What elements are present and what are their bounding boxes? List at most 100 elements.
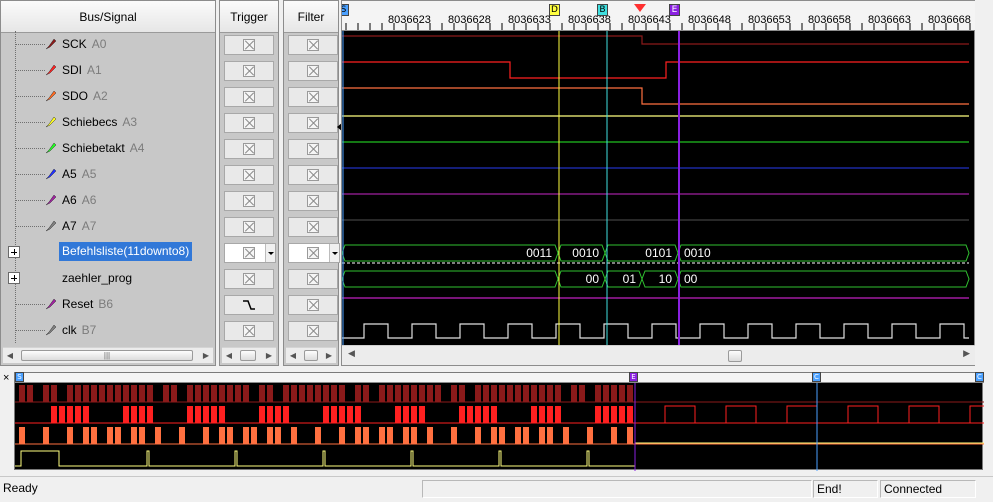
filter-cell-row: [284, 83, 338, 109]
marker-flag-d[interactable]: D: [549, 4, 560, 16]
signal-name[interactable]: SDO A2: [62, 89, 108, 103]
filter-cell[interactable]: [288, 321, 338, 341]
trigger-cell[interactable]: [224, 87, 274, 107]
overview-burst: [619, 385, 625, 402]
signal-name[interactable]: A7 A7: [62, 219, 96, 233]
filter-cell[interactable]: [288, 295, 338, 315]
scroll-thumb[interactable]: [728, 350, 742, 362]
overview-burst: [123, 385, 129, 402]
overview-burst: [491, 427, 497, 444]
signal-name[interactable]: Schiebecs A3: [62, 115, 137, 129]
signal-name[interactable]: Befehlsliste(11downto8): [59, 242, 193, 261]
filter-cell[interactable]: [288, 113, 338, 133]
trigger-cell[interactable]: [224, 269, 274, 289]
tree-branch-line: [15, 148, 45, 149]
trigger-cell[interactable]: [224, 113, 274, 133]
scroll-right-arrow[interactable]: ▶: [322, 348, 336, 363]
overview-close-icon[interactable]: ×: [3, 372, 9, 384]
filter-cell[interactable]: [288, 243, 340, 263]
signal-row[interactable]: Befehlsliste(11downto8): [1, 239, 215, 265]
trigger-hscrollbar[interactable]: ◀ ▶: [222, 347, 276, 363]
filter-cell[interactable]: [288, 139, 338, 159]
overview-burst: [315, 385, 321, 402]
filter-cell[interactable]: [288, 61, 338, 81]
trigger-cell[interactable]: [224, 35, 274, 55]
overview-burst: [339, 385, 345, 402]
signal-row[interactable]: SDO A2: [1, 83, 215, 109]
overview-marker-s[interactable]: S: [15, 372, 24, 382]
trigger-cell[interactable]: [224, 321, 274, 341]
signal-name[interactable]: Schiebetakt A4: [62, 141, 144, 155]
filter-hscrollbar[interactable]: ◀ ▶: [286, 347, 336, 363]
signal-row[interactable]: A7 A7: [1, 213, 215, 239]
scroll-right-arrow[interactable]: ▶: [963, 348, 970, 359]
overview-marker-e[interactable]: E: [629, 372, 638, 382]
trigger-cell[interactable]: [224, 61, 274, 81]
trigger-cell[interactable]: [224, 243, 276, 263]
waveform-panel[interactable]: 8036623 8036628 8036633 8036638 8036643 80366…: [341, 0, 976, 366]
trigger-cell[interactable]: [224, 191, 274, 211]
signal-row[interactable]: clk B7: [1, 317, 215, 343]
signal-name[interactable]: A5 A5: [62, 167, 96, 181]
signal-name[interactable]: A6 A6: [62, 193, 96, 207]
filter-cell[interactable]: [288, 165, 338, 185]
overview-marker-c[interactable]: C: [812, 372, 821, 382]
scroll-thumb[interactable]: [304, 350, 318, 361]
scroll-right-arrow[interactable]: ▶: [262, 348, 276, 363]
scroll-left-arrow[interactable]: ◀: [286, 348, 300, 363]
overview-burst: [235, 385, 241, 402]
filter-cell[interactable]: [288, 217, 338, 237]
overview-burst: [107, 385, 113, 402]
signal-row[interactable]: SCK A0: [1, 31, 215, 57]
signal-name[interactable]: SDI A1: [62, 63, 102, 77]
dont-care-icon: [307, 221, 319, 233]
signal-name[interactable]: zaehler_prog: [62, 271, 132, 285]
scroll-left-arrow[interactable]: ◀: [222, 348, 236, 363]
signal-name[interactable]: Reset B6: [62, 297, 113, 311]
chevron-down-icon[interactable]: [329, 244, 339, 262]
scroll-thumb[interactable]: |||: [21, 350, 193, 361]
expand-icon[interactable]: [8, 246, 20, 258]
scroll-left-arrow[interactable]: ◀: [348, 348, 355, 359]
signal-row[interactable]: A6 A6: [1, 187, 215, 213]
signal-name[interactable]: SCK A0: [62, 37, 106, 51]
filter-cell[interactable]: [288, 269, 338, 289]
marker-flag-e[interactable]: E: [669, 4, 680, 16]
overview-burst: [539, 385, 545, 402]
trigger-marker-icon[interactable]: [634, 4, 646, 12]
scroll-thumb[interactable]: [240, 350, 256, 361]
marker-flag-b[interactable]: B: [597, 4, 608, 16]
overview-panel[interactable]: SECC: [14, 372, 984, 471]
chevron-down-icon[interactable]: [265, 244, 275, 262]
trigger-header[interactable]: Trigger: [220, 1, 278, 33]
time-ruler[interactable]: 8036623 8036628 8036633 8036638 8036643 80366…: [342, 1, 976, 31]
signal-row[interactable]: A5 A5: [1, 161, 215, 187]
filter-cell[interactable]: [288, 35, 338, 55]
scroll-left-arrow[interactable]: ◀: [3, 348, 17, 363]
probe-icon: [45, 194, 57, 206]
filter-header[interactable]: Filter: [284, 1, 338, 33]
signal-row[interactable]: Reset B6: [1, 291, 215, 317]
filter-cell[interactable]: [288, 191, 338, 211]
overview-marker-c[interactable]: C: [975, 372, 984, 382]
scroll-right-arrow[interactable]: ▶: [199, 348, 213, 363]
signal-row[interactable]: Schiebecs A3: [1, 109, 215, 135]
overview-canvas[interactable]: [15, 383, 984, 471]
waveform-canvas[interactable]: 0011 0010 0101 0010 00 01 10 00: [342, 31, 976, 347]
trigger-cell[interactable]: [224, 295, 274, 315]
bus-signal-header[interactable]: Bus/Signal: [1, 1, 215, 33]
signal-name[interactable]: clk B7: [62, 323, 96, 337]
trigger-cell[interactable]: [224, 139, 274, 159]
overview-burst: [91, 427, 97, 444]
trigger-cell[interactable]: [224, 165, 274, 185]
expand-icon[interactable]: [8, 272, 20, 284]
trigger-cell[interactable]: [224, 217, 274, 237]
signal-row[interactable]: SDI A1: [1, 57, 215, 83]
marker-flag-s[interactable]: S: [342, 4, 349, 16]
signal-list-hscrollbar[interactable]: ◀ ||| ▶: [3, 347, 213, 363]
waveform-hscrollbar[interactable]: ◀ ▶: [342, 345, 976, 365]
overview-ruler[interactable]: SECC: [15, 372, 984, 383]
filter-cell[interactable]: [288, 87, 338, 107]
signal-row[interactable]: zaehler_prog: [1, 265, 215, 291]
signal-row[interactable]: Schiebetakt A4: [1, 135, 215, 161]
